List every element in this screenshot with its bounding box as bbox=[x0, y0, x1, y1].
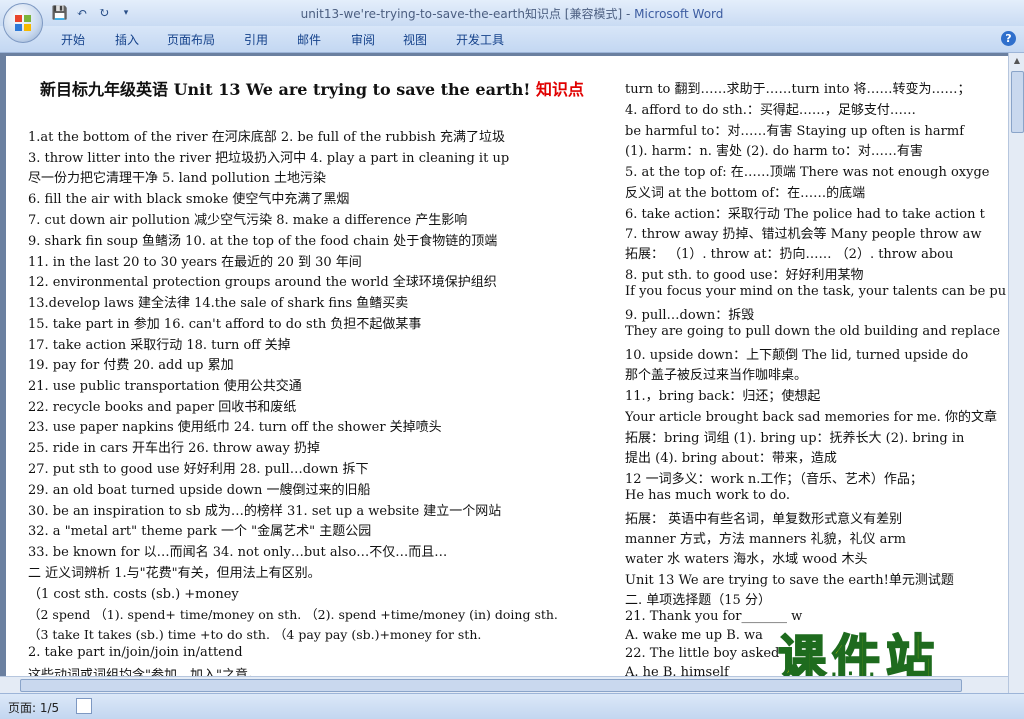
list-item: （1 cost sth. costs (sb.) +money bbox=[28, 587, 239, 602]
list-item: 1.at the bottom of the river 在河床底部 2. be… bbox=[28, 130, 505, 145]
list-item: He has much work to do. bbox=[625, 488, 790, 503]
scroll-up-icon[interactable]: ▲ bbox=[1010, 53, 1024, 69]
list-item: water 水 waters 海水，水域 wood 木头 bbox=[625, 552, 868, 567]
tab-references[interactable]: 引用 bbox=[244, 31, 268, 48]
list-item: 拓展：bring 词组 (1). bring up：抚养长大 (2). brin… bbox=[625, 431, 965, 446]
list-item: 11. in the last 20 to 30 years 在最近的 20 到… bbox=[28, 255, 362, 270]
tab-view[interactable]: 视图 bbox=[403, 31, 427, 48]
window-title: unit13-we're-trying-to-save-the-earth知识点… bbox=[0, 5, 1024, 22]
list-item: 拓展： 英语中有些名词，单复数形式意义有差别 bbox=[625, 512, 903, 527]
list-item: 32. a "metal art" theme park 一个 "金属艺术" 主… bbox=[28, 524, 372, 539]
list-item: 提出 (4). bring about：带来，造成 bbox=[625, 451, 837, 466]
status-bar: 页面: 1/5 bbox=[0, 693, 1024, 719]
list-item: turn to 翻到……求助于……turn into 将……转变为……； bbox=[625, 82, 971, 97]
list-item: 22. recycle books and paper 回收书和废纸 bbox=[28, 400, 297, 415]
right-column: turn to 翻到……求助于……turn into 将……转变为……； 4. … bbox=[625, 56, 1008, 693]
list-item: 29. an old boat turned upside down 一艘倒过来… bbox=[28, 483, 371, 498]
list-item: 6. fill the air with black smoke 使空气中充满了… bbox=[28, 192, 350, 207]
list-item: 7. throw away 扔掉、错过机会等 Many people throw… bbox=[625, 227, 982, 242]
tab-review[interactable]: 审阅 bbox=[351, 31, 375, 48]
list-item: 10. upside down：上下颠倒 The lid, turned ups… bbox=[625, 348, 969, 363]
list-item: 33. be known for 以…而闻名 34. not only…but … bbox=[28, 545, 448, 560]
tab-insert[interactable]: 插入 bbox=[115, 31, 139, 48]
list-item: 11.，bring back：归还；使想起 bbox=[625, 389, 821, 404]
list-item: 15. take part in 参加 16. can't afford to … bbox=[28, 317, 422, 332]
list-item: 反义词 at the bottom of：在……的底端 bbox=[625, 186, 866, 201]
list-item: If you focus your mind on the task, your… bbox=[625, 284, 1007, 299]
document-name: unit13-we're-trying-to-save-the-earth知识点… bbox=[300, 7, 631, 21]
list-item: 9. shark fin soup 鱼鳍汤 10. at the top of … bbox=[28, 234, 498, 249]
list-item: manner 方式，方法 manners 礼貌，礼仪 arm bbox=[625, 532, 906, 547]
office-button[interactable] bbox=[3, 3, 43, 43]
list-item: 13.develop laws 建全法律 14.the sale of shar… bbox=[28, 296, 409, 311]
list-item: 27. put sth to good use 好好利用 28. pull…do… bbox=[28, 462, 369, 477]
list-item: 2. take part in/join/join in/attend bbox=[28, 645, 243, 660]
list-item: 19. pay for 付费 20. add up 累加 bbox=[28, 358, 234, 373]
tab-home[interactable]: 开始 bbox=[61, 31, 85, 48]
title-tag: 知识点 bbox=[536, 80, 585, 99]
tab-developer[interactable]: 开发工具 bbox=[456, 31, 504, 48]
horizontal-scrollbar-thumb[interactable] bbox=[20, 679, 962, 692]
list-item: 23. use paper napkins 使用纸巾 24. turn off … bbox=[28, 420, 442, 435]
scrollbar-thumb[interactable] bbox=[1011, 71, 1024, 133]
list-item: 7. cut down air pollution 减少空气污染 8. make… bbox=[28, 213, 468, 228]
vertical-scrollbar[interactable]: ▲ bbox=[1008, 53, 1024, 693]
ribbon-tab-bar: 开始 插入 页面布局 引用 邮件 审阅 视图 开发工具 bbox=[0, 26, 1024, 53]
list-item: They are going to pull down the old buil… bbox=[625, 324, 1001, 339]
list-item: 4. afford to do sth.：买得起……，足够支付…… bbox=[625, 103, 916, 118]
list-item: 3. throw litter into the river 把垃圾扔入河中 4… bbox=[28, 151, 510, 166]
proofing-icon[interactable] bbox=[76, 698, 92, 714]
list-item: 尽一份力把它清理干净 5. land pollution 土地污染 bbox=[28, 171, 326, 186]
list-item: 12. environmental protection groups arou… bbox=[28, 275, 497, 290]
list-item: A. wake me up B. wa bbox=[625, 628, 763, 643]
list-item: 8. put sth. to good use：好好利用某物 bbox=[625, 268, 864, 283]
list-item: 17. take action 采取行动 18. turn off 关掉 bbox=[28, 338, 291, 353]
help-icon[interactable]: ? bbox=[1001, 31, 1016, 46]
list-item: 22. The little boy asked bbox=[625, 646, 780, 661]
list-item: 9. pull…down：拆毁 bbox=[625, 308, 755, 323]
list-item: 6. take action：采取行动 The police had to ta… bbox=[625, 207, 985, 222]
document-area: 新目标九年级英语 Unit 13 We are trying to save t… bbox=[0, 53, 1008, 693]
list-item: （2 spend （1). spend+ time/money on sth. … bbox=[28, 607, 558, 622]
tab-page-layout[interactable]: 页面布局 bbox=[167, 31, 215, 48]
list-item: 12 一词多义：work n.工作；（音乐、艺术）作品； bbox=[625, 472, 923, 487]
document-title: 新目标九年级英语 Unit 13 We are trying to save t… bbox=[40, 76, 584, 100]
office-logo-icon bbox=[15, 15, 31, 31]
list-item: （3 take It takes (sb.) time +to do sth. … bbox=[28, 627, 482, 642]
list-item: be harmful to：对……有害 Staying up often is … bbox=[625, 124, 965, 139]
list-item: 那个盖子被反过来当作咖啡桌。 bbox=[625, 368, 808, 383]
document-page[interactable]: 新目标九年级英语 Unit 13 We are trying to save t… bbox=[6, 56, 1008, 693]
list-item: 30. be an inspiration to sb 成为…的榜样 31. s… bbox=[28, 504, 502, 519]
list-item: 25. ride in cars 开车出行 26. throw away 扔掉 bbox=[28, 441, 320, 456]
title-main: 新目标九年级英语 Unit 13 We are trying to save t… bbox=[40, 80, 531, 99]
list-item: 5. at the top of: 在……顶端 There was not en… bbox=[625, 165, 990, 180]
list-item: 拓展： （1）. throw at：扔向…… （2）. throw abou bbox=[625, 247, 954, 262]
section-heading: 二. 单项选择题（15 分） bbox=[625, 593, 771, 608]
section-heading: 二 近义词辨析 1.与"花费"有关，但用法上有区别。 bbox=[28, 566, 321, 581]
list-item: 21. use public transportation 使用公共交通 bbox=[28, 379, 302, 394]
list-item: 21. Thank you for_______ w bbox=[625, 609, 803, 624]
list-item: Your article brought back sad memories f… bbox=[625, 410, 997, 425]
title-bar: 💾 ↶ ↻ ▾ unit13-we're-trying-to-save-the-… bbox=[0, 0, 1024, 26]
page-indicator[interactable]: 页面: 1/5 bbox=[8, 699, 59, 716]
tab-mailings[interactable]: 邮件 bbox=[297, 31, 321, 48]
horizontal-scrollbar[interactable] bbox=[0, 676, 1008, 694]
app-name: Microsoft Word bbox=[634, 7, 724, 21]
list-item: (1). harm：n. 害处 (2). do harm to：对……有害 bbox=[625, 144, 923, 159]
section-heading: Unit 13 We are trying to save the earth!… bbox=[625, 573, 954, 588]
